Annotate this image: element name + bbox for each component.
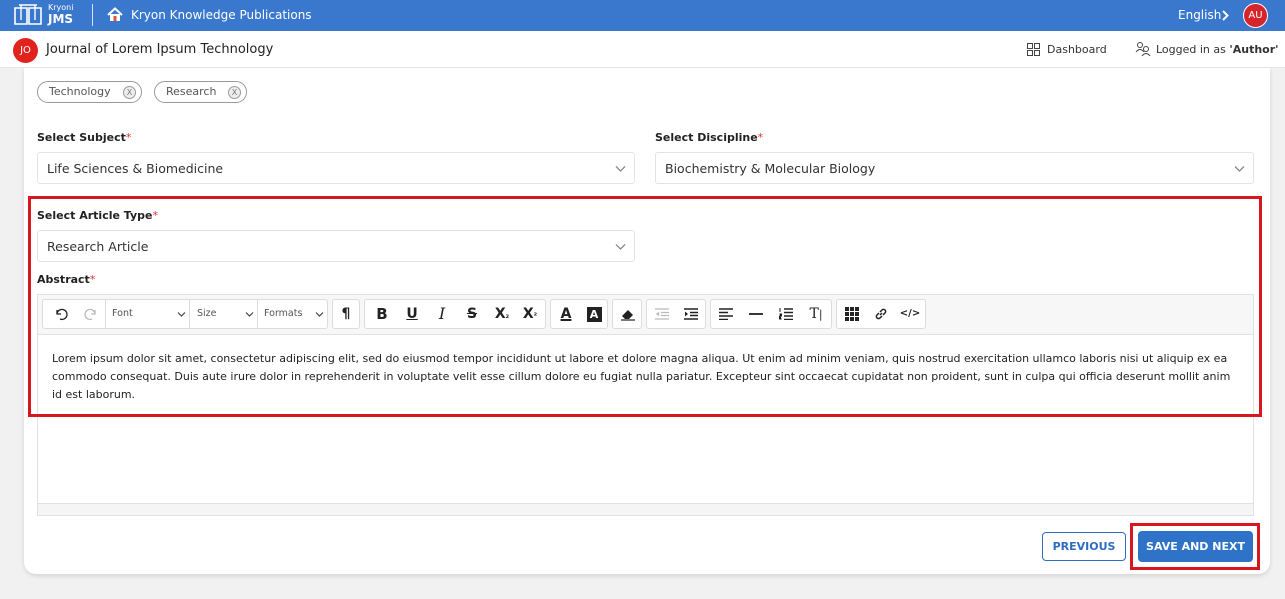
- link-icon[interactable]: [868, 300, 894, 328]
- indent-icon[interactable]: [678, 300, 704, 328]
- previous-button[interactable]: PREVIOUS: [1042, 532, 1126, 561]
- numbered-list-icon[interactable]: [773, 300, 799, 328]
- dashboard-link[interactable]: Dashboard: [1047, 42, 1107, 57]
- underline-button[interactable]: U: [399, 300, 425, 328]
- users-icon: [1135, 42, 1151, 57]
- chevron-right-icon[interactable]: [1221, 10, 1229, 21]
- paragraph-icon[interactable]: ¶: [333, 300, 359, 328]
- required-marker: *: [89, 273, 96, 286]
- toolbar-group-history-format: Font Size Formats: [42, 299, 328, 329]
- toolbar-group-text-style: B U I S X₂ X²: [364, 299, 546, 329]
- toolbar-group-layout: T|: [710, 299, 832, 329]
- keyword-chip-research: Research X: [154, 81, 247, 103]
- table-icon[interactable]: [839, 300, 865, 328]
- align-left-icon[interactable]: [713, 300, 739, 328]
- user-avatar[interactable]: AU: [1243, 3, 1268, 28]
- text-size-label: T: [809, 306, 819, 322]
- save-and-next-button[interactable]: SAVE AND NEXT: [1138, 531, 1253, 562]
- toolbar-separator: [105, 300, 106, 328]
- source-code-button[interactable]: </>: [897, 300, 923, 328]
- toolbar-group-insert: </>: [836, 299, 926, 329]
- abstract-label: Abstract*: [37, 273, 96, 286]
- required-marker: *: [152, 209, 158, 222]
- toolbar-separator: [257, 300, 258, 328]
- language-selector[interactable]: English: [1178, 8, 1221, 23]
- subject-label: Select Subject*: [37, 131, 132, 144]
- article-type-select[interactable]: Research Article: [37, 230, 635, 262]
- subscript-button[interactable]: X₂: [489, 300, 515, 328]
- text-cursor-icon: |: [818, 308, 823, 321]
- superscript-mark: ²: [533, 311, 538, 320]
- eraser-icon[interactable]: [615, 300, 641, 328]
- formats-dropdown[interactable]: Formats: [264, 300, 302, 328]
- required-marker: *: [757, 131, 764, 144]
- toolbar-separator: [189, 300, 190, 328]
- chevron-down-icon[interactable]: [177, 311, 186, 318]
- discipline-value: Biochemistry & Molecular Biology: [665, 161, 876, 176]
- font-dropdown[interactable]: Font: [112, 300, 133, 328]
- bold-button[interactable]: B: [369, 300, 395, 328]
- journal-header: JO Journal of Lorem Ipsum Technology Das…: [0, 31, 1285, 68]
- highlight-color-button[interactable]: A: [581, 300, 607, 328]
- keyword-chip-technology: Technology X: [37, 81, 142, 103]
- abstract-editor: Font Size Formats ¶ B U I S X₂ X² A A T|…: [37, 294, 1254, 516]
- highlight-color-icon: A: [586, 306, 602, 322]
- keyword-chip-label: Technology: [49, 85, 111, 98]
- horizontal-line-icon[interactable]: [743, 300, 769, 328]
- remove-keyword-icon[interactable]: X: [228, 86, 241, 99]
- font-color-button[interactable]: A: [553, 300, 579, 328]
- text-size-button[interactable]: T|: [803, 300, 829, 328]
- chevron-down-icon[interactable]: [245, 311, 254, 318]
- toolbar-group-paragraph: ¶: [332, 299, 360, 329]
- home-icon[interactable]: [107, 7, 123, 22]
- article-type-value: Research Article: [47, 239, 149, 254]
- undo-icon[interactable]: [49, 300, 73, 328]
- divider: [92, 4, 93, 26]
- article-type-label: Select Article Type*: [37, 209, 158, 222]
- subscript-label: X: [494, 306, 506, 322]
- toolbar-group-indent: [646, 299, 706, 329]
- superscript-label: X: [522, 306, 534, 322]
- abstract-text[interactable]: Lorem ipsum dolor sit amet, consectetur …: [52, 350, 1242, 404]
- subject-select[interactable]: Life Sciences & Biomedicine: [37, 152, 635, 184]
- logo-text: JMS: [48, 12, 74, 26]
- outdent-icon[interactable]: [649, 300, 675, 328]
- strikethrough-button[interactable]: S: [459, 300, 485, 328]
- logo-small-text: Kryoni: [48, 3, 74, 12]
- dashboard-grid-icon[interactable]: [1027, 43, 1040, 56]
- book-logo-icon: [14, 4, 42, 25]
- toolbar-group-clear: [612, 299, 642, 329]
- journal-title: Journal of Lorem Ipsum Technology: [46, 42, 274, 57]
- discipline-select[interactable]: Biochemistry & Molecular Biology: [655, 152, 1254, 184]
- chevron-down-icon: [615, 244, 626, 250]
- size-dropdown[interactable]: Size: [197, 300, 217, 328]
- journal-avatar: JO: [13, 38, 38, 63]
- subscript-mark: ₂: [505, 311, 510, 320]
- italic-button[interactable]: I: [429, 300, 455, 328]
- discipline-label: Select Discipline*: [655, 131, 764, 144]
- superscript-button[interactable]: X²: [517, 300, 543, 328]
- subject-value: Life Sciences & Biomedicine: [47, 161, 224, 176]
- logged-in-prefix: Logged in as: [1156, 43, 1230, 56]
- required-marker: *: [125, 131, 132, 144]
- logged-in-status: Logged in as 'Author': [1156, 42, 1279, 57]
- remove-keyword-icon[interactable]: X: [123, 86, 136, 99]
- top-bar: Kryoni JMS Kryon Knowledge Publications …: [0, 0, 1285, 31]
- toolbar-group-colors: A A: [550, 299, 608, 329]
- chevron-down-icon: [615, 166, 626, 172]
- editor-statusbar: [38, 504, 1253, 515]
- logged-in-role: 'Author': [1229, 43, 1279, 56]
- chevron-down-icon[interactable]: [315, 311, 324, 318]
- chevron-down-icon: [1234, 166, 1245, 172]
- publisher-name[interactable]: Kryon Knowledge Publications: [131, 7, 312, 23]
- keyword-chip-label: Research: [166, 85, 217, 98]
- editor-toolbar: Font Size Formats ¶ B U I S X₂ X² A A T|…: [38, 295, 1253, 335]
- redo-icon[interactable]: [79, 300, 103, 328]
